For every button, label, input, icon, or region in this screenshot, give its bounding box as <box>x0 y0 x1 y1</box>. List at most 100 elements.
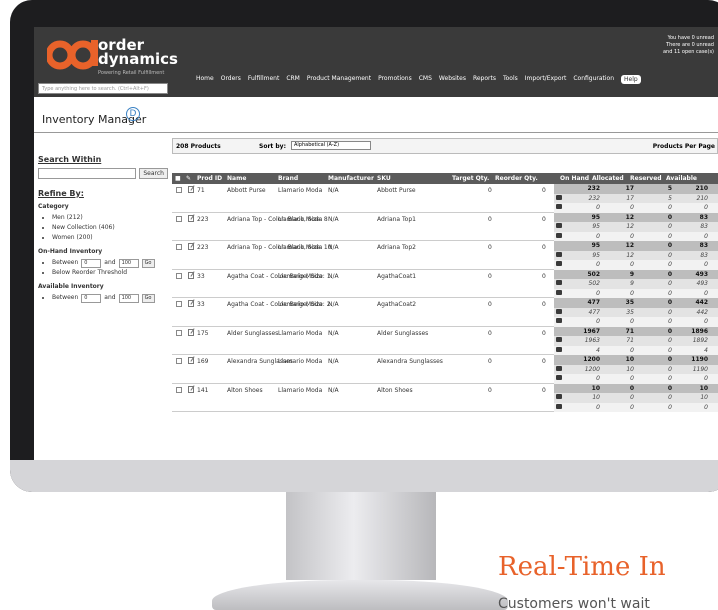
table-row[interactable]: 33 Agatha Coat - Color: Beige, Size: 2 Lla… <box>172 298 718 327</box>
available-go-button[interactable]: Go <box>141 293 155 303</box>
nav-configuration[interactable]: Configuration <box>573 75 614 84</box>
available-value: 0 <box>704 204 708 211</box>
edit-icon[interactable] <box>188 357 194 364</box>
col-reserved[interactable]: Reserved <box>630 175 662 182</box>
cell-name[interactable]: Abbott Purse <box>227 187 275 195</box>
col-brand[interactable]: Brand <box>278 175 298 182</box>
col-prod-id[interactable]: Prod ID <box>197 175 222 182</box>
cell-prod-id[interactable]: 33 <box>197 301 205 309</box>
cell-prod-id[interactable]: 223 <box>197 216 208 224</box>
row-checkbox[interactable] <box>176 301 182 307</box>
row-checkbox[interactable] <box>176 187 182 193</box>
cell-prod-id[interactable]: 141 <box>197 387 208 395</box>
col-reorder-qty[interactable]: Reorder Qty. <box>495 175 538 182</box>
nav-fulfillment[interactable]: Fulfillment <box>248 75 279 84</box>
col-available[interactable]: Available <box>666 175 697 182</box>
help-info-icon[interactable]: D <box>126 107 140 121</box>
cell-name[interactable]: Adriana Top - Color: Black, Size: 8 <box>227 216 328 224</box>
edit-icon[interactable] <box>188 328 194 336</box>
cell-name[interactable]: Alton Shoes <box>227 387 275 395</box>
edit-icon[interactable] <box>188 385 194 393</box>
cell-name[interactable]: Agatha Coat - Color: Beige, Size: 2 <box>227 301 331 309</box>
warehouse-icon <box>556 280 562 285</box>
and-label: and <box>104 259 116 266</box>
table-row[interactable]: 223 Adriana Top - Color: Black, Size: 10 L… <box>172 241 718 270</box>
col-name[interactable]: Name <box>227 175 246 182</box>
edit-icon[interactable] <box>188 214 194 222</box>
row-checkbox[interactable] <box>176 215 182 222</box>
available-min-input[interactable]: 0 <box>81 293 102 303</box>
table-row[interactable]: 169 Alexandra Sunglasses Llamario Moda N/A A… <box>172 355 718 384</box>
row-checkbox[interactable] <box>176 329 182 336</box>
global-search-input[interactable]: Type anything here to search. (Ctrl+Alt+… <box>38 83 168 94</box>
nav-product-management[interactable]: Product Management <box>307 75 371 84</box>
nav-tools[interactable]: Tools <box>503 75 518 84</box>
notice-open-cases[interactable]: and 11 open case(s) <box>663 49 714 56</box>
sort-select[interactable]: Alphabetical (A-Z) <box>291 141 371 150</box>
table-row[interactable]: 141 Alton Shoes Llamario Moda N/A Alton Shoe… <box>172 383 718 412</box>
row-checkbox[interactable] <box>176 358 182 364</box>
nav-reports[interactable]: Reports <box>473 75 496 84</box>
below-reorder-link[interactable]: Below Reorder Threshold <box>52 268 168 278</box>
notice-unread-messages[interactable]: You have 0 unread <box>663 35 714 42</box>
search-button[interactable]: Search <box>139 168 168 179</box>
cell-name[interactable]: Alexandra Sunglasses <box>227 358 293 366</box>
main-nav: Home Orders Fulfillment CRM Product Mana… <box>196 75 641 84</box>
row-checkbox[interactable] <box>176 244 182 250</box>
inventory-breakdown: 95 12 0 83 95 12 0 83 0 0 0 0 <box>554 241 718 270</box>
table-row[interactable]: 33 Agatha Coat - Color: Beige, Size: 1 Lla… <box>172 269 718 298</box>
nav-promotions[interactable]: Promotions <box>378 75 412 84</box>
cell-prod-id[interactable]: 223 <box>197 244 208 252</box>
table-row[interactable]: 175 Alder Sunglasses Llamario Moda N/A Alder… <box>172 326 718 355</box>
cell-prod-id[interactable]: 169 <box>197 358 208 366</box>
nav-home[interactable]: Home <box>196 75 214 84</box>
notice-unread-cases[interactable]: There are 0 unread <box>663 42 714 49</box>
store-icon <box>556 261 562 266</box>
col-allocated[interactable]: Allocated <box>592 175 624 182</box>
cell-prod-id[interactable]: 175 <box>197 330 208 338</box>
nav-websites[interactable]: Websites <box>439 75 466 84</box>
category-men[interactable]: Men (212) <box>52 213 168 223</box>
reserved-value: 0 <box>667 213 672 221</box>
edit-icon[interactable] <box>188 186 194 193</box>
nav-crm[interactable]: CRM <box>286 75 300 84</box>
allocated-value: 12 <box>626 251 634 259</box>
category-women[interactable]: Women (200) <box>52 233 168 243</box>
cell-manufacturer: N/A <box>328 187 339 194</box>
col-target-qty[interactable]: Target Qty. <box>452 175 489 182</box>
col-sku[interactable]: SKU <box>377 175 391 182</box>
nav-import-export[interactable]: Import/Export <box>525 75 567 84</box>
cell-prod-id[interactable]: 33 <box>197 273 205 281</box>
nav-help-button[interactable]: Help <box>621 75 641 84</box>
nav-orders[interactable]: Orders <box>221 75 241 84</box>
available-max-input[interactable]: 100 <box>118 293 139 303</box>
cell-name[interactable]: Adriana Top - Color: Black, Size: 10 <box>227 244 332 252</box>
onhand-go-button[interactable]: Go <box>141 258 155 268</box>
select-all-checkbox[interactable]: ■ <box>175 175 181 182</box>
cell-reorder-qty: 0 <box>542 329 546 337</box>
category-new-collection[interactable]: New Collection (406) <box>52 223 168 233</box>
edit-icon[interactable] <box>188 243 194 250</box>
edit-icon[interactable] <box>188 271 194 279</box>
store-icon <box>556 318 562 323</box>
table-row[interactable]: 223 Adriana Top - Color: Black, Size: 8 Ll… <box>172 212 718 241</box>
col-on-hand[interactable]: On Hand <box>560 175 589 182</box>
row-checkbox[interactable] <box>176 272 182 279</box>
onhand-max-input[interactable]: 100 <box>118 258 139 268</box>
onhand-min-input[interactable]: 0 <box>81 258 102 268</box>
row-checkbox[interactable] <box>176 386 182 393</box>
edit-icon[interactable] <box>188 300 194 307</box>
search-within-input[interactable] <box>38 168 137 179</box>
cell-name[interactable]: Agatha Coat - Color: Beige, Size: 1 <box>227 273 331 281</box>
nav-cms[interactable]: CMS <box>419 75 432 84</box>
cell-name[interactable]: Alder Sunglasses <box>227 330 278 338</box>
col-manufacturer[interactable]: Manufacturer <box>328 175 374 182</box>
store-icon <box>556 375 562 380</box>
store-icon <box>556 346 562 352</box>
cell-prod-id[interactable]: 71 <box>197 187 205 195</box>
allocated-value: 0 <box>630 289 634 297</box>
inventory-store-line: 4 0 0 4 <box>554 345 718 355</box>
table-row[interactable]: 71 Abbott Purse Llamario Moda N/A Abbott Pur… <box>172 184 718 213</box>
reserved-value: 0 <box>668 337 672 344</box>
order-dynamics-logo-icon <box>47 40 98 70</box>
